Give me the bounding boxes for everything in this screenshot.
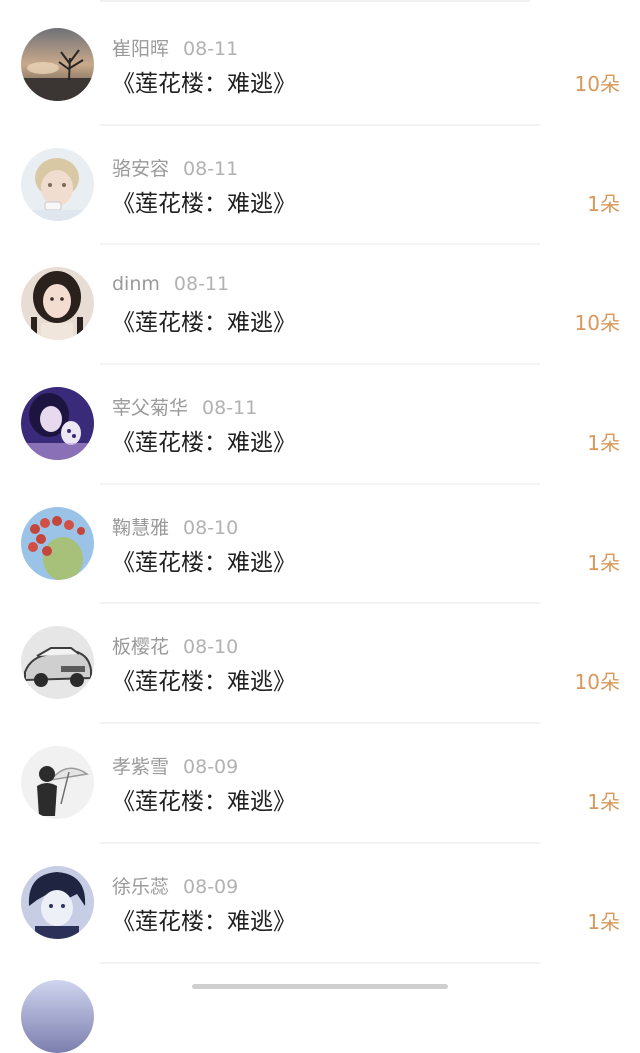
list-item[interactable]: 骆安容 08-11 《莲花楼：难逃》 1朵 [0, 126, 640, 246]
list-item[interactable]: dinm 08-11 《莲花楼：难逃》 10朵 [0, 245, 640, 366]
user-name[interactable]: 徐乐蕊 [112, 876, 169, 898]
flower-count: 1朵 [587, 431, 620, 456]
gift-date: 08-10 [183, 516, 239, 539]
top-divider [100, 0, 530, 2]
flower-count: 1朵 [587, 790, 620, 815]
book-title[interactable]: 《莲花楼：难逃》 [112, 303, 296, 337]
gift-date: 08-11 [173, 273, 230, 296]
gift-date: 08-09 [183, 875, 239, 898]
user-meta: 徐乐蕊 08-09 [112, 872, 238, 899]
book-title[interactable]: 《莲花楼：难逃》 [112, 64, 296, 98]
list-item[interactable]: 崔阳晖 08-11 《莲花楼：难逃》 10朵 [0, 6, 640, 126]
gift-record-list: 崔阳晖 08-11 《莲花楼：难逃》 10朵 骆安容 08-11 《莲花楼：难逃》 … [0, 6, 640, 964]
user-meta: 骆安容 08-11 [112, 154, 238, 181]
purple-anime-avatar[interactable] [21, 387, 94, 461]
user-name[interactable]: 孝紫雪 [112, 756, 169, 778]
home-indicator[interactable] [192, 984, 448, 989]
user-name[interactable]: 骆安容 [112, 158, 169, 180]
anime-boy-avatar[interactable] [21, 865, 94, 939]
user-name[interactable]: dinm [112, 273, 160, 295]
list-item[interactable]: 孝紫雪 08-09 《莲花楼：难逃》 1朵 [0, 724, 640, 844]
book-title[interactable]: 《莲花楼：难逃》 [112, 662, 296, 696]
book-title[interactable]: 《莲花楼：难逃》 [112, 543, 296, 577]
book-title[interactable]: 《莲花楼：难逃》 [112, 782, 296, 816]
flower-count: 1朵 [587, 191, 620, 216]
book-title[interactable]: 《莲花楼：难逃》 [112, 423, 296, 457]
partial-avatar [21, 980, 94, 1053]
gift-date: 08-09 [183, 756, 239, 779]
flower-count: 1朵 [587, 550, 620, 575]
user-meta: 板樱花 08-10 [112, 632, 238, 659]
user-meta: dinm 08-11 [112, 273, 229, 295]
flower-count: 10朵 [574, 670, 620, 695]
gift-date: 08-11 [183, 38, 239, 60]
young-man-portrait-avatar[interactable] [21, 147, 94, 221]
flower-count: 10朵 [574, 72, 620, 96]
list-item[interactable]: 鞠慧雅 08-10 《莲花楼：难逃》 1朵 [0, 485, 640, 605]
flower-count: 1朵 [587, 909, 620, 934]
user-meta: 孝紫雪 08-09 [112, 752, 238, 779]
list-item[interactable]: 宰父菊华 08-11 《莲花楼：难逃》 1朵 [0, 365, 640, 485]
flower-count: 10朵 [574, 311, 620, 336]
girl-portrait-avatar[interactable] [21, 267, 94, 341]
umbrella-figure-avatar[interactable] [21, 746, 94, 820]
sunset-tree-avatar[interactable] [21, 28, 94, 101]
gift-date: 08-11 [202, 397, 258, 420]
user-meta: 鞠慧雅 08-10 [112, 513, 238, 540]
vintage-car-avatar[interactable] [21, 626, 94, 700]
list-item[interactable]: 板樱花 08-10 《莲花楼：难逃》 10朵 [0, 604, 640, 725]
gift-date: 08-10 [183, 636, 239, 659]
user-name[interactable]: 板樱花 [112, 636, 169, 658]
book-title[interactable]: 《莲花楼：难逃》 [112, 902, 296, 936]
row-divider [100, 961, 540, 964]
user-name[interactable]: 崔阳晖 [112, 38, 169, 60]
list-item[interactable]: 徐乐蕊 08-09 《莲花楼：难逃》 1朵 [0, 844, 640, 964]
cactus-fruit-avatar[interactable] [21, 506, 94, 580]
gift-date: 08-11 [183, 157, 239, 180]
book-title[interactable]: 《莲花楼：难逃》 [112, 184, 296, 218]
user-meta: 宰父菊华 08-11 [112, 393, 257, 420]
user-name[interactable]: 宰父菊华 [112, 397, 188, 419]
user-name[interactable]: 鞠慧雅 [112, 517, 169, 539]
user-meta: 崔阳晖 08-11 [112, 34, 238, 61]
